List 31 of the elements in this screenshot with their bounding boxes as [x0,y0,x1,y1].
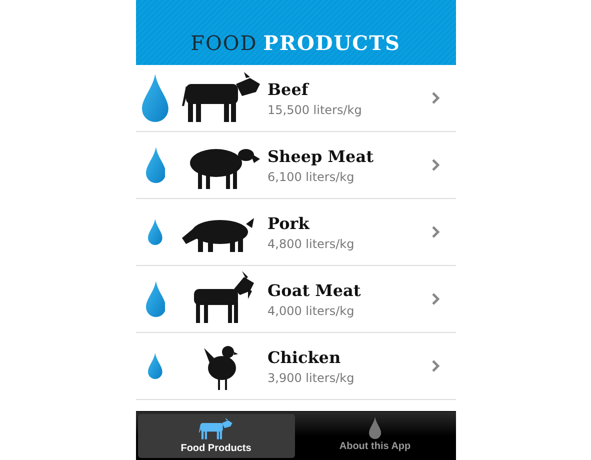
chevron-icon [432,226,440,238]
chevron-icon [432,92,440,104]
water-amount: 3,900 liters/kg [268,370,356,384]
product-row[interactable]: Sheep Meat 6,100 liters/kg [136,132,456,199]
chevron-icon [432,159,440,171]
product-name: Goat Meat [268,280,362,300]
water-amount: 4,800 liters/kg [268,236,356,250]
tab[interactable]: About this App [296,414,454,458]
product-name: Chicken [268,348,342,366]
product-name: Beef [268,80,310,98]
header-title: FOOD [190,31,258,55]
water-drop-icon [368,417,382,439]
product-row[interactable]: Pork 4,800 liters/kg [136,199,456,266]
water-drop-icon [146,281,166,317]
tab[interactable]: Food Products [138,414,294,458]
cow-icon [197,417,235,441]
product-row[interactable]: Goat Meat 4,000 liters/kg [136,266,456,333]
water-drop-icon [148,219,163,245]
chevron-icon [432,293,440,305]
water-amount: 6,100 liters/kg [268,170,356,184]
water-drop-icon [146,147,166,183]
water-amount: 15,500 liters/kg [268,102,363,116]
water-drop-icon [142,74,169,122]
water-drop-icon [148,353,163,379]
product-name: Pork [268,214,311,232]
product-name: Sheep Meat [268,146,374,166]
product-row[interactable]: Chicken 3,900 liters/kg [136,333,456,400]
chevron-icon [432,360,440,372]
product-row[interactable]: Beef 15,500 liters/kg [136,65,456,132]
water-amount: 4,000 liters/kg [268,304,356,318]
header-title: PRODUCTS [263,31,400,55]
